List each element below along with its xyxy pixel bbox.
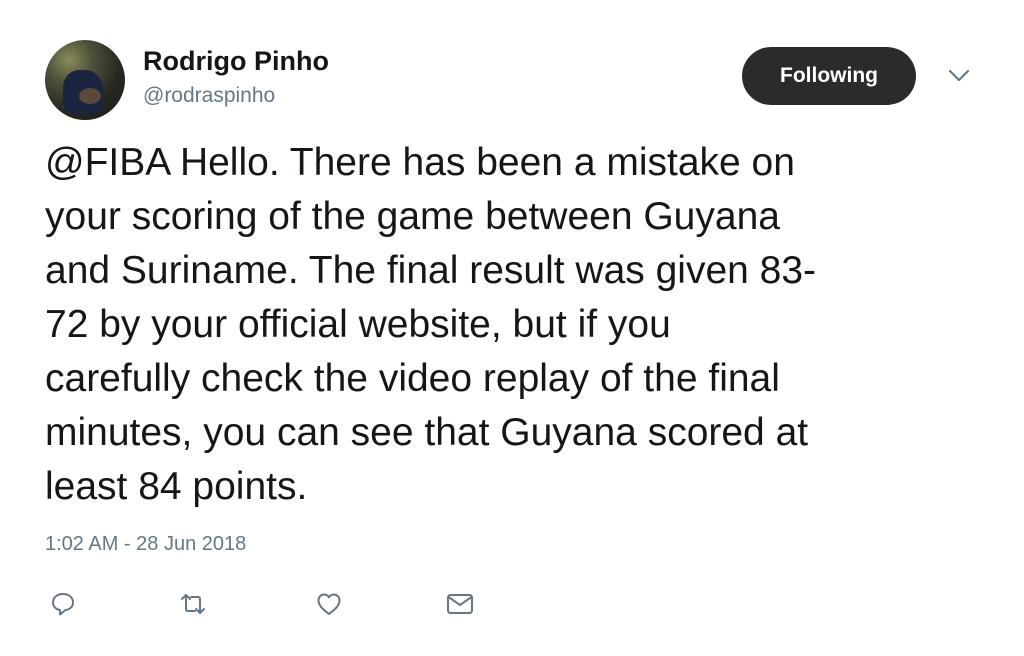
retweet-icon	[178, 590, 208, 618]
display-name[interactable]: Rodrigo Pinho	[143, 46, 329, 77]
avatar[interactable]	[45, 40, 125, 120]
following-button[interactable]: Following	[742, 47, 916, 105]
retweet-button[interactable]	[175, 588, 211, 620]
avatar-detail	[79, 88, 101, 104]
reply-button[interactable]	[45, 588, 81, 620]
tweet-text: @FIBA Hello. There has been a mistake on…	[45, 141, 817, 508]
like-button[interactable]	[311, 588, 347, 620]
envelope-icon	[445, 591, 475, 617]
chevron-down-icon[interactable]	[946, 66, 972, 86]
message-button[interactable]	[442, 588, 478, 620]
tweet-timestamp[interactable]: 1:02 AM - 28 Jun 2018	[45, 533, 246, 556]
reply-icon	[49, 590, 77, 618]
user-handle[interactable]: @rodraspinho	[143, 84, 275, 108]
heart-icon	[315, 590, 343, 618]
